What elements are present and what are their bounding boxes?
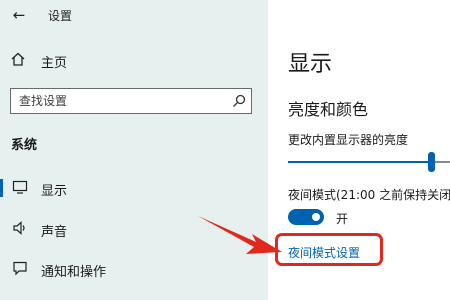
notification-icon — [13, 261, 27, 276]
section-title: 亮度和颜色 — [288, 100, 369, 119]
night-light-label: 夜间模式(21:00 之前保持关闭) — [288, 188, 450, 202]
search-input[interactable] — [17, 91, 221, 111]
slider-thumb[interactable] — [428, 152, 435, 172]
monitor-icon — [12, 180, 28, 194]
page-title: 显示 — [288, 52, 333, 77]
annotation-highlight-box — [275, 233, 383, 266]
sidebar-item-notifications[interactable]: 通知和操作 — [0, 257, 268, 281]
sidebar-item-label: 通知和操作 — [41, 265, 107, 280]
home-icon — [11, 52, 25, 66]
search-box[interactable] — [10, 88, 252, 114]
sidebar-item-label: 显示 — [41, 184, 68, 199]
toggle-state-label: 开 — [336, 212, 349, 226]
selected-indicator — [0, 179, 3, 197]
search-icon[interactable] — [232, 94, 246, 108]
annotation-arrow-icon — [198, 216, 282, 254]
section-header: 系统 — [11, 138, 38, 153]
toggle-knob — [312, 213, 320, 221]
sidebar-item-home[interactable]: 主页 — [10, 50, 250, 72]
sidebar-item-label: 主页 — [41, 56, 68, 71]
brightness-label: 更改内置显示器的亮度 — [288, 133, 409, 147]
sidebar-item-label: 声音 — [41, 225, 68, 240]
slider-track-filled — [288, 161, 428, 163]
slider-track — [435, 161, 450, 163]
title-bar: ← 设置 — [0, 0, 268, 32]
brightness-slider[interactable] — [288, 150, 450, 176]
speaker-icon — [13, 221, 25, 235]
sidebar-item-display[interactable]: 显示 — [0, 176, 268, 200]
app-title: 设置 — [48, 9, 73, 23]
night-light-toggle[interactable] — [288, 209, 324, 225]
back-arrow-icon[interactable]: ← — [8, 4, 30, 26]
